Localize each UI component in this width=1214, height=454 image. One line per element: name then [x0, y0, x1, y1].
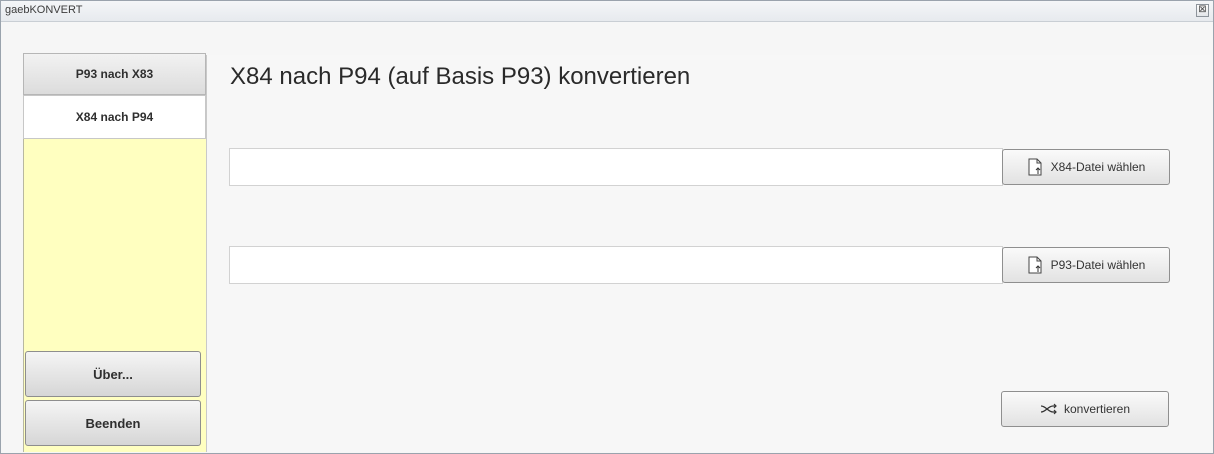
window-title: gaebKONVERT — [5, 4, 83, 16]
choose-p93-file-label: P93-Datei wählen — [1050, 258, 1146, 272]
tab-label: X84 nach P94 — [75, 110, 154, 124]
exit-button[interactable]: Beenden — [25, 400, 201, 446]
convert-button-label: konvertieren — [1063, 402, 1131, 416]
tab-label: P93 nach X83 — [75, 67, 154, 81]
close-icon: ⊠ — [1198, 4, 1207, 15]
tab-p93-nach-x83[interactable]: P93 nach X83 — [23, 53, 206, 95]
choose-p93-file-button[interactable]: P93-Datei wählen — [1002, 247, 1170, 283]
about-button[interactable]: Über... — [25, 351, 201, 397]
choose-x84-file-button[interactable]: X84-Datei wählen — [1002, 149, 1170, 185]
tab-x84-nach-p94[interactable]: X84 nach P94 — [23, 95, 206, 139]
title-bar: gaebKONVERT ⊠ — [1, 1, 1213, 22]
close-button[interactable]: ⊠ — [1196, 4, 1209, 17]
choose-x84-file-label: X84-Datei wählen — [1050, 160, 1146, 174]
file-icon — [1028, 158, 1042, 176]
x84-file-path-input[interactable] — [229, 148, 1003, 186]
exit-button-label: Beenden — [85, 415, 141, 431]
about-button-label: Über... — [93, 366, 133, 382]
convert-button[interactable]: konvertieren — [1001, 391, 1169, 427]
file-icon — [1028, 256, 1042, 274]
shuffle-icon — [1040, 403, 1057, 415]
app-window: gaebKONVERT ⊠ P93 nach X83 X84 nach P94 … — [0, 0, 1214, 454]
page-title: X84 nach P94 (auf Basis P93) konvertiere… — [230, 63, 691, 90]
p93-file-path-input[interactable] — [229, 246, 1003, 284]
